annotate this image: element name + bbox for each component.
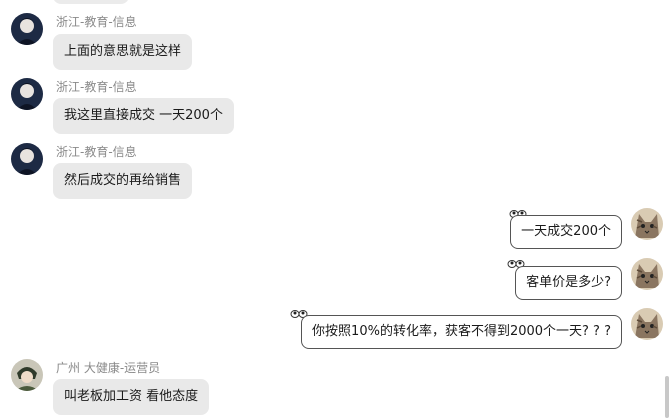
sender-avatar[interactable] (11, 359, 43, 391)
message-bubble[interactable]: 你按照10%的转化率，获客不得到2000个一天? ? ? (301, 315, 622, 349)
message-bubble[interactable]: 客单价是多少? (515, 266, 622, 300)
message-bubble[interactable]: 我这里直接成交 一天200个 (53, 98, 234, 134)
sender-name: 浙江-教育-信息 (56, 145, 137, 159)
message-bubble[interactable]: 叫老板加工资 看他态度 (53, 379, 210, 415)
cat-icon (631, 208, 663, 240)
my-avatar[interactable] (631, 308, 663, 340)
message-bubble[interactable]: 一天成交200个 (510, 215, 622, 249)
sender-name: 广州 大健康-运营员 (56, 361, 161, 375)
cat-icon (631, 258, 663, 290)
previous-message-bubble (53, 0, 129, 4)
my-avatar[interactable] (631, 208, 663, 240)
sender-avatar[interactable] (11, 78, 43, 110)
anime-character-icon (11, 359, 43, 391)
sender-avatar[interactable] (11, 13, 43, 45)
message-bubble[interactable]: 上面的意思就是这样 (53, 34, 193, 70)
cat-icon (631, 308, 663, 340)
sender-name: 浙江-教育-信息 (56, 15, 137, 29)
portrait-icon (11, 78, 43, 110)
scrollbar-thumb[interactable] (665, 376, 669, 418)
message-bubble[interactable]: 然后成交的再给销售 (53, 163, 193, 199)
sender-name: 浙江-教育-信息 (56, 80, 137, 94)
my-avatar[interactable] (631, 258, 663, 290)
portrait-icon (11, 143, 43, 175)
sender-avatar[interactable] (11, 143, 43, 175)
portrait-icon (11, 13, 43, 45)
